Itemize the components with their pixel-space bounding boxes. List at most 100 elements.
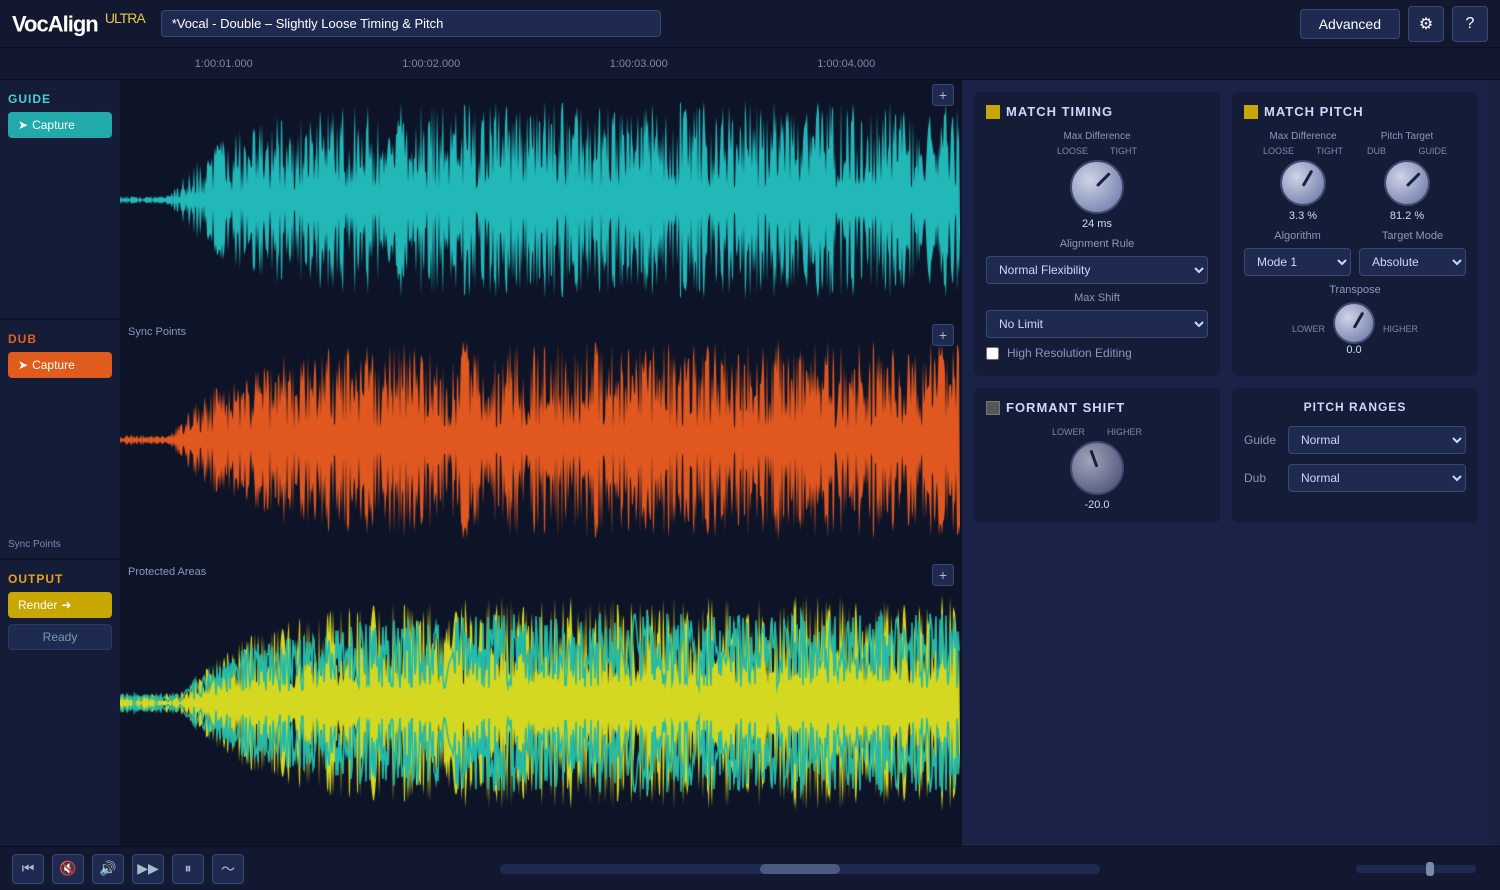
match-pitch-checkbox[interactable] <box>1244 105 1258 119</box>
pitch-knob2-labels: DUB GUIDE <box>1367 146 1447 156</box>
guide-expand-button[interactable]: + <box>932 84 954 106</box>
top-controls-row: MATCH TIMING Max Difference LOOSE TIGHT … <box>974 92 1478 376</box>
zoom-thumb[interactable] <box>1426 862 1434 876</box>
algorithm-select[interactable]: Mode 1 <box>1244 248 1351 276</box>
play-button[interactable]: ▶▶ <box>132 854 164 884</box>
ruler-marker-3: 1:00:03.000 <box>610 58 668 70</box>
pitch-tight-label: TIGHT <box>1316 146 1343 156</box>
preset-dropdown[interactable]: *Vocal - Double – Slightly Loose Timing … <box>161 10 661 37</box>
formant-knob-value: -20.0 <box>1084 499 1109 511</box>
ready-status: Ready <box>8 624 112 650</box>
ruler-marker-4: 1:00:04.000 <box>817 58 875 70</box>
transpose-lower-label: LOWER <box>1292 324 1325 334</box>
match-timing-section: MATCH TIMING Max Difference LOOSE TIGHT … <box>974 92 1220 376</box>
header-right: Advanced ⚙ ? <box>1300 6 1488 42</box>
dub-capture-icon: ➤ <box>18 358 28 372</box>
formant-knob-group: LOWER HIGHER -20.0 <box>1052 427 1142 511</box>
output-expand-button[interactable]: + <box>932 564 954 586</box>
formant-knob-row: LOWER HIGHER -20.0 <box>986 427 1208 511</box>
formant-shift-checkbox[interactable] <box>986 401 1000 415</box>
formant-shift-section: FORMANT SHIFT LOWER HIGHER -20.0 <box>974 388 1220 523</box>
bottom-controls-row: FORMANT SHIFT LOWER HIGHER -20.0 PITCH R… <box>974 388 1478 523</box>
alignment-rule-select[interactable]: Normal Flexibility <box>986 256 1208 284</box>
algorithm-control: Algorithm Mode 1 <box>1244 230 1351 276</box>
mute-button[interactable]: 🔇 <box>52 854 84 884</box>
formant-knob-labels: LOWER HIGHER <box>1052 427 1142 437</box>
logo-ultra: ULTRA <box>105 10 145 26</box>
target-mode-select[interactable]: Absolute <box>1359 248 1466 276</box>
dub-capture-button[interactable]: ➤ Capture <box>8 352 112 378</box>
max-shift-select[interactable]: No Limit <box>986 310 1208 338</box>
guide-track-row: GUIDE ➤ Capture + <box>0 80 960 320</box>
pitch-loose-label: LOOSE <box>1263 146 1294 156</box>
transpose-value: 0.0 <box>1346 344 1361 356</box>
timing-knob-labels: LOOSE TIGHT <box>1057 146 1137 156</box>
match-pitch-header: MATCH PITCH <box>1244 104 1466 119</box>
transpose-knob-row: LOWER 0.0 HIGHER <box>1244 302 1466 356</box>
pitch-target-value: 81.2 % <box>1390 210 1424 222</box>
dub-sidebar: DUB ➤ Capture Sync Points <box>0 320 120 560</box>
pitch-target-knob[interactable] <box>1384 160 1430 206</box>
pitch-range-guide-label: Guide <box>1244 433 1280 447</box>
transpose-label: Transpose <box>1244 284 1466 296</box>
scroll-thumb[interactable] <box>760 864 840 874</box>
pitch-range-guide-select[interactable]: Normal <box>1288 426 1466 454</box>
capture-icon: ➤ <box>18 118 28 132</box>
bottom-toolbar: ⏮ 🔇 🔊 ▶▶ ⏸ 〜 <box>0 846 1500 890</box>
sync-points-sidebar-label: Sync Points <box>8 539 112 550</box>
timing-tight-label: TIGHT <box>1110 146 1137 156</box>
help-button[interactable]: ? <box>1452 6 1488 42</box>
pitch-ranges-title: PITCH RANGES <box>1244 400 1466 414</box>
transpose-knob[interactable] <box>1333 302 1375 344</box>
sync-points-label: Sync Points <box>128 326 186 338</box>
tracks-layout: GUIDE ➤ Capture + DUB ➤ Capture Sync <box>0 80 960 846</box>
zoom-track[interactable] <box>1356 865 1476 873</box>
output-waveform <box>120 560 960 846</box>
guide-waveform <box>120 80 960 320</box>
algorithm-label: Algorithm <box>1244 230 1351 242</box>
volume-button[interactable]: 🔊 <box>92 854 124 884</box>
wave-button[interactable]: 〜 <box>212 854 244 884</box>
match-pitch-title: MATCH PITCH <box>1264 104 1364 119</box>
dub-label: DUB <box>8 332 112 346</box>
app-header: VocAlign ULTRA *Vocal - Double – Slightl… <box>0 0 1500 48</box>
pitch-target-group: Pitch Target DUB GUIDE 81.2 % <box>1367 131 1447 222</box>
dub-track-row: DUB ➤ Capture Sync Points Sync Points + <box>0 320 960 560</box>
guide-capture-button[interactable]: ➤ Capture <box>8 112 112 138</box>
pause-button[interactable]: ⏸ <box>172 854 204 884</box>
alignment-rule-control: Alignment Rule Normal Flexibility <box>986 238 1208 284</box>
dub-waveform <box>120 320 960 560</box>
advanced-button[interactable]: Advanced <box>1300 9 1400 39</box>
output-waveform-container[interactable]: Protected Areas + <box>120 560 960 846</box>
pitch-knob-row: Max Difference LOOSE TIGHT 3.3 % Pitch T… <box>1244 131 1466 222</box>
match-timing-checkbox[interactable] <box>986 105 1000 119</box>
scroll-track[interactable] <box>500 864 1100 874</box>
dub-expand-button[interactable]: + <box>932 324 954 346</box>
high-res-label: High Resolution Editing <box>1007 346 1132 360</box>
formant-higher-label: HIGHER <box>1107 427 1142 437</box>
pitch-range-dub-row: Dub Normal <box>1244 464 1466 492</box>
timing-knob-row: Max Difference LOOSE TIGHT 24 ms <box>986 131 1208 230</box>
transpose-knob-group: 0.0 <box>1333 302 1375 356</box>
timing-knob[interactable] <box>1070 160 1124 214</box>
pitch-range-dub-select[interactable]: Normal <box>1288 464 1466 492</box>
rewind-button[interactable]: ⏮ <box>12 854 44 884</box>
render-icon: ➜ <box>61 598 71 612</box>
match-timing-title: MATCH TIMING <box>1006 104 1113 119</box>
match-pitch-section: MATCH PITCH Max Difference LOOSE TIGHT 3… <box>1232 92 1478 376</box>
target-mode-control: Target Mode Absolute <box>1359 230 1466 276</box>
ruler-markers: 1:00:01.000 1:00:02.000 1:00:03.000 1:00… <box>120 58 950 70</box>
formant-knob[interactable] <box>1070 441 1124 495</box>
guide-waveform-container[interactable]: + <box>120 80 960 320</box>
render-button[interactable]: Render ➜ <box>8 592 112 618</box>
formant-shift-header: FORMANT SHIFT <box>986 400 1208 415</box>
pitch-guide-label: GUIDE <box>1418 146 1447 156</box>
max-shift-control: Max Shift No Limit <box>986 292 1208 338</box>
pitch-max-diff-group: Max Difference LOOSE TIGHT 3.3 % <box>1263 131 1343 222</box>
high-res-checkbox[interactable] <box>986 347 999 360</box>
settings-button[interactable]: ⚙ <box>1408 6 1444 42</box>
high-res-row: High Resolution Editing <box>986 346 1208 360</box>
dub-waveform-container[interactable]: Sync Points + <box>120 320 960 560</box>
formant-shift-title: FORMANT SHIFT <box>1006 400 1125 415</box>
pitch-max-diff-knob[interactable] <box>1280 160 1326 206</box>
